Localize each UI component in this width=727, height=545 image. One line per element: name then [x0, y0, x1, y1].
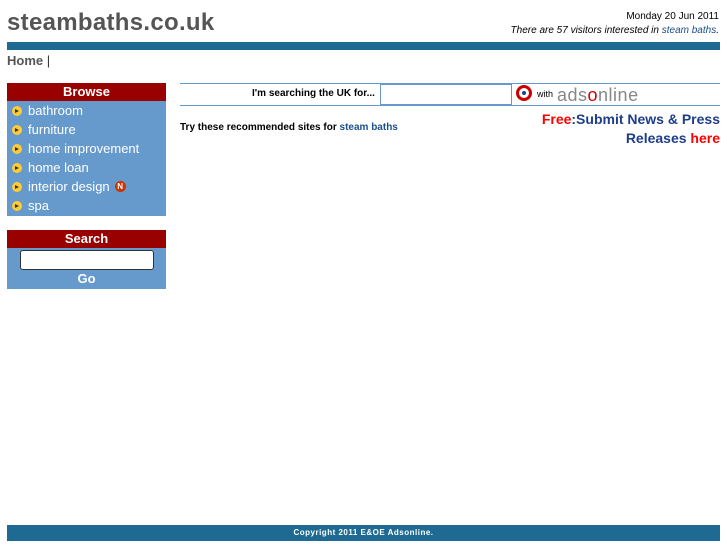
arrow-icon	[12, 143, 22, 154]
visitors-prefix: There are 57 visitors interested in	[510, 25, 662, 36]
browse-title: Browse	[7, 83, 166, 101]
uk-search-strip: I'm searching the UK for... with adsonli…	[180, 83, 720, 106]
arrow-icon	[12, 105, 22, 116]
search-panel: Search Go	[7, 230, 166, 289]
browse-item-label: interior design	[28, 179, 110, 194]
promo-here-link[interactable]: here	[690, 130, 720, 146]
browse-item-spa[interactable]: spa	[7, 196, 166, 215]
browse-item-label: bathroom	[28, 103, 83, 118]
recommend-prefix: Try these recommended sites for	[180, 122, 340, 133]
breadcrumb-home[interactable]: Home	[7, 53, 43, 68]
visitors-suffix: .	[716, 25, 719, 36]
arrow-icon	[12, 124, 22, 135]
visitors-topic-link[interactable]: steam baths	[662, 25, 716, 36]
arrow-icon	[12, 181, 22, 192]
uk-search-label: I'm searching the UK for...	[252, 88, 375, 99]
promo-line-2: Releases here	[542, 129, 720, 148]
arrow-icon	[12, 162, 22, 173]
browse-item-label: home improvement	[28, 141, 140, 156]
recommend-link[interactable]: steam baths	[340, 122, 398, 133]
promo-free: Free	[541, 111, 572, 127]
current-date: Monday 20 Jun 2011	[626, 11, 719, 22]
with-label: with	[537, 89, 554, 99]
browse-item-home-loan[interactable]: home loan	[7, 158, 166, 177]
arrow-icon	[12, 200, 22, 211]
top-bar	[7, 42, 720, 50]
footer-copyright: Copyright 2011 E&OE Adsonline.	[7, 525, 720, 541]
promo-line-1: Free:Submit News & Press	[542, 110, 720, 129]
promo-line1-text: :Submit News & Press	[571, 111, 720, 127]
browse-item-home-improvement[interactable]: home improvement	[7, 139, 166, 158]
search-title: Search	[7, 230, 166, 248]
browse-panel: Browse bathroom furniture home improveme…	[7, 83, 166, 216]
browse-item-label: home loan	[28, 160, 89, 175]
breadcrumb-separator: |	[46, 53, 51, 68]
visitor-count: There are 57 visitors interested in stea…	[511, 25, 719, 36]
browse-item-bathroom[interactable]: bathroom	[7, 101, 166, 120]
sidebar-search-input[interactable]	[19, 250, 154, 270]
adsonline-logo[interactable]: adsonline	[557, 85, 639, 106]
go-button[interactable]: Go	[7, 271, 166, 286]
browse-item-label: spa	[28, 198, 49, 213]
target-logo-icon[interactable]	[516, 85, 532, 101]
browse-item-interior-design[interactable]: interior design N	[7, 177, 166, 196]
site-title[interactable]: steambaths.co.uk	[7, 9, 215, 37]
brand-part: nline	[598, 85, 639, 105]
uk-search-input[interactable]	[380, 84, 512, 105]
brand-part: ads	[557, 85, 588, 105]
promo-line2-text: Releases	[625, 130, 691, 146]
browse-list: bathroom furniture home improvement home…	[7, 101, 166, 215]
browse-item-label: furniture	[28, 122, 76, 137]
breadcrumb: Home |	[7, 53, 50, 68]
press-release-promo[interactable]: Free:Submit News & Press Releases here	[542, 110, 720, 148]
recommend-text: Try these recommended sites for steam ba…	[180, 122, 398, 133]
new-badge-icon: N	[114, 181, 126, 192]
browse-item-furniture[interactable]: furniture	[7, 120, 166, 139]
brand-o: o	[587, 85, 599, 105]
